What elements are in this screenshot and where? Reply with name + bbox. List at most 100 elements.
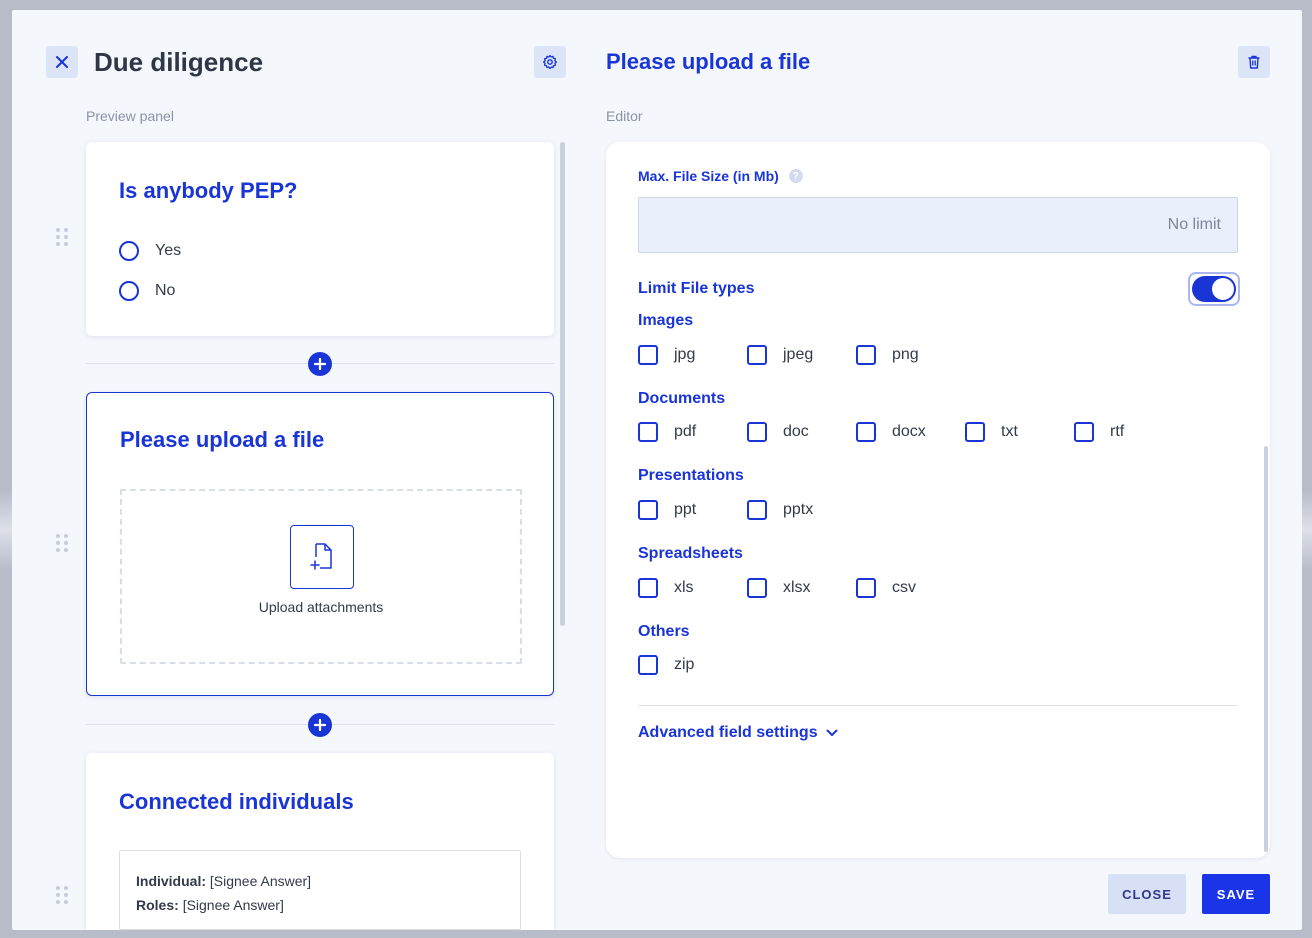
checkbox-box[interactable] bbox=[638, 500, 658, 520]
group-label-documents: Documents bbox=[638, 390, 726, 407]
checkbox-row-others: zip bbox=[638, 655, 747, 675]
drag-handle-connected[interactable] bbox=[56, 886, 68, 906]
save-button[interactable]: SAVE bbox=[1202, 874, 1270, 914]
question-title: Connected individuals bbox=[119, 789, 354, 814]
checkbox-doc[interactable]: doc bbox=[747, 422, 856, 442]
max-file-size-label: Max. File Size (in Mb) ? bbox=[638, 168, 803, 184]
checkbox-jpeg[interactable]: jpeg bbox=[747, 345, 856, 365]
help-icon[interactable]: ? bbox=[788, 169, 803, 183]
settings-button[interactable] bbox=[534, 46, 566, 78]
checkbox-box[interactable] bbox=[747, 345, 767, 365]
checkbox-box[interactable] bbox=[638, 345, 658, 365]
close-icon bbox=[56, 56, 68, 68]
checkbox-label: pptx bbox=[783, 501, 814, 518]
close-modal-button[interactable] bbox=[46, 46, 78, 78]
question-title: Please upload a file bbox=[120, 427, 325, 452]
group-label-presentations: Presentations bbox=[638, 467, 744, 484]
checkbox-box[interactable] bbox=[1074, 422, 1094, 442]
question-title: Is anybody PEP? bbox=[119, 178, 298, 203]
checkbox-label: docx bbox=[892, 423, 926, 440]
plus-icon bbox=[314, 719, 326, 731]
checkbox-txt[interactable]: txt bbox=[965, 422, 1074, 442]
file-add-icon bbox=[310, 543, 332, 570]
checkbox-box[interactable] bbox=[747, 578, 767, 598]
checkbox-label: pdf bbox=[674, 423, 697, 440]
checkbox-box[interactable] bbox=[856, 345, 876, 365]
checkbox-xlsx[interactable]: xlsx bbox=[747, 578, 856, 598]
checkbox-label: jpeg bbox=[783, 346, 814, 363]
advanced-field-settings-label: Advanced field settings bbox=[638, 724, 818, 741]
radio-label: Yes bbox=[155, 242, 182, 259]
upload-attachments-label: Upload attachments bbox=[258, 599, 384, 615]
checkbox-box[interactable] bbox=[856, 578, 876, 598]
radio-button[interactable] bbox=[119, 281, 139, 301]
editor-panel: Max. File Size (in Mb) ? Limit File type… bbox=[606, 142, 1270, 858]
limit-file-types-toggle[interactable] bbox=[1188, 272, 1240, 306]
due-diligence-modal: Due diligence Please upload a file Previ… bbox=[12, 10, 1302, 930]
editor-label: Editor bbox=[606, 108, 643, 124]
checkbox-box[interactable] bbox=[638, 578, 658, 598]
max-file-size-input[interactable] bbox=[638, 197, 1238, 253]
checkbox-label: doc bbox=[783, 423, 809, 440]
radio-button[interactable] bbox=[119, 241, 139, 261]
checkbox-box[interactable] bbox=[747, 500, 767, 520]
individual-row: Individual: [Signee Answer] bbox=[136, 873, 504, 889]
checkbox-docx[interactable]: docx bbox=[856, 422, 965, 442]
checkbox-box[interactable] bbox=[856, 422, 876, 442]
upload-tile[interactable] bbox=[290, 525, 354, 589]
roles-row: Roles: [Signee Answer] bbox=[136, 897, 504, 913]
checkbox-jpg[interactable]: jpg bbox=[638, 345, 747, 365]
max-file-size-text: Max. File Size (in Mb) bbox=[638, 168, 779, 184]
group-label-images: Images bbox=[638, 312, 694, 329]
checkbox-box[interactable] bbox=[965, 422, 985, 442]
roles-label: Roles: bbox=[136, 897, 179, 913]
roles-value: [Signee Answer] bbox=[182, 897, 284, 913]
individual-value: [Signee Answer] bbox=[209, 873, 312, 889]
divider bbox=[638, 705, 1238, 706]
advanced-field-settings-toggle[interactable]: Advanced field settings bbox=[638, 724, 838, 742]
connected-individuals-table: Individual: [Signee Answer] Roles: [Sign… bbox=[119, 850, 521, 930]
question-card-upload[interactable]: Please upload a file Upload attachments bbox=[86, 392, 554, 696]
checkbox-label: ppt bbox=[674, 501, 697, 518]
group-label-others: Others bbox=[638, 623, 690, 640]
checkbox-pdf[interactable]: pdf bbox=[638, 422, 747, 442]
question-card-connected[interactable]: Connected individuals Individual: [Signe… bbox=[86, 753, 554, 930]
group-label-spreadsheets: Spreadsheets bbox=[638, 545, 743, 562]
toggle-knob bbox=[1212, 278, 1234, 300]
close-button[interactable]: CLOSE bbox=[1108, 874, 1186, 914]
checkbox-label: txt bbox=[1001, 423, 1018, 440]
checkbox-rtf[interactable]: rtf bbox=[1074, 422, 1183, 442]
checkbox-row-images: jpg jpeg png bbox=[638, 345, 965, 365]
checkbox-box[interactable] bbox=[747, 422, 767, 442]
checkbox-xls[interactable]: xls bbox=[638, 578, 747, 598]
add-field-button[interactable] bbox=[308, 352, 332, 376]
question-card-pep[interactable]: Is anybody PEP? Yes No bbox=[86, 142, 554, 336]
drag-handle-upload[interactable] bbox=[56, 534, 68, 554]
limit-file-types-label: Limit File types bbox=[638, 280, 755, 297]
checkbox-box[interactable] bbox=[638, 655, 658, 675]
checkbox-label: xlsx bbox=[783, 579, 811, 596]
checkbox-pptx[interactable]: pptx bbox=[747, 500, 856, 520]
checkbox-label: csv bbox=[892, 579, 916, 596]
checkbox-csv[interactable]: csv bbox=[856, 578, 965, 598]
checkbox-ppt[interactable]: ppt bbox=[638, 500, 747, 520]
chevron-down-icon bbox=[826, 729, 838, 736]
modal-title: Due diligence bbox=[94, 47, 264, 77]
radio-label: No bbox=[155, 282, 176, 299]
drag-handle-pep[interactable] bbox=[56, 228, 68, 248]
checkbox-box[interactable] bbox=[638, 422, 658, 442]
editor-scrollbar[interactable] bbox=[1264, 446, 1268, 852]
gear-icon bbox=[542, 54, 558, 70]
add-field-button[interactable] bbox=[308, 713, 332, 737]
upload-dropzone[interactable]: Upload attachments bbox=[120, 489, 522, 664]
checkbox-label: rtf bbox=[1110, 423, 1125, 440]
preview-scrollbar[interactable] bbox=[560, 142, 565, 626]
radio-option-no[interactable]: No bbox=[119, 281, 175, 301]
individual-label: Individual: bbox=[136, 873, 206, 889]
delete-field-button[interactable] bbox=[1238, 46, 1270, 78]
preview-panel-label: Preview panel bbox=[86, 108, 174, 124]
checkbox-row-documents: pdf doc docx txt rtf bbox=[638, 422, 1183, 442]
checkbox-zip[interactable]: zip bbox=[638, 655, 747, 675]
checkbox-png[interactable]: png bbox=[856, 345, 965, 365]
radio-option-yes[interactable]: Yes bbox=[119, 241, 181, 261]
